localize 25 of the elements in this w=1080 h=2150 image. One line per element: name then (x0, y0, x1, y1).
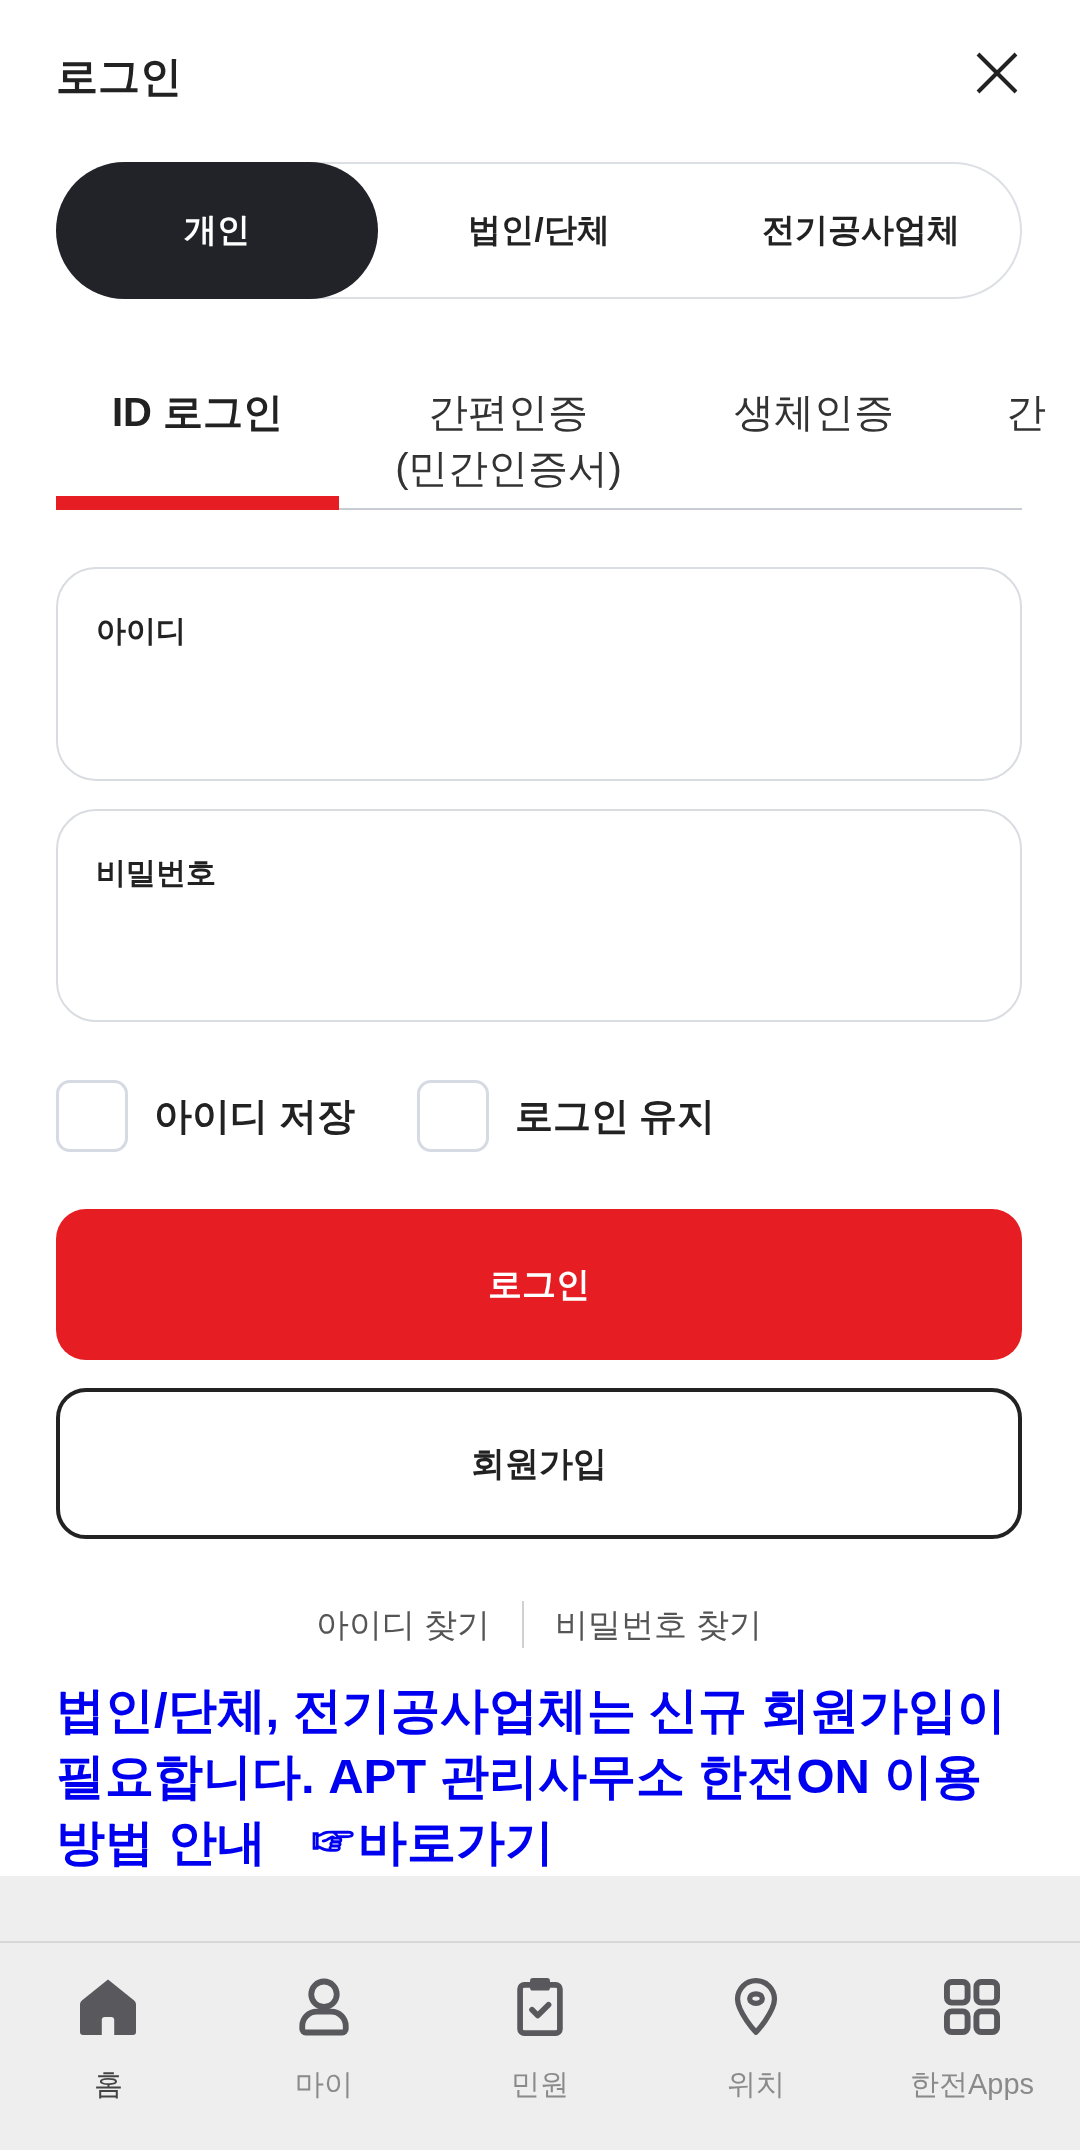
member-type-tab[interactable]: 개인 (56, 162, 378, 299)
close-icon[interactable] (976, 52, 1018, 94)
login-method-tab[interactable]: ID 로그인 (56, 384, 340, 510)
id-field[interactable]: 아이디 (56, 567, 1022, 781)
checkbox[interactable] (56, 1080, 128, 1152)
shortcut-link[interactable]: ☞바로가기 (309, 1815, 555, 1869)
password-field[interactable]: 비밀번호 (56, 809, 1022, 1022)
login-button[interactable]: 로그인 (56, 1209, 1022, 1360)
grid-icon (944, 1978, 1000, 2036)
home-icon (80, 1978, 136, 2036)
find-password-link[interactable]: 비밀번호 찾기 (554, 1601, 762, 1648)
find-id-link[interactable]: 아이디 찾기 (316, 1601, 491, 1648)
notice-text: 법인/단체, 전기공사업체는 신규 회원가입이 필요합니다. APT 관리사무소 한전ON 이용방법 안내 ☞바로가기 (56, 1682, 1008, 1871)
login-method-tab[interactable]: 생체인증 (677, 384, 950, 510)
signup-button[interactable]: 회원가입 (56, 1388, 1022, 1539)
person-icon (296, 1978, 352, 2036)
checkbox[interactable] (416, 1080, 489, 1152)
checkbox-label[interactable]: 로그인 유지 (514, 1093, 716, 1139)
nav-item[interactable]: 홈 (0, 1943, 216, 2150)
member-type-tab[interactable]: 법인/단체 (378, 162, 700, 299)
login-method-tab[interactable]: 간 (949, 384, 1046, 510)
checkbox-label[interactable]: 아이디 저장 (154, 1093, 355, 1139)
login-method-tab[interactable]: 간편인증 (민간인증서) (339, 384, 678, 510)
member-type-tab[interactable]: 전기공사업체 (700, 162, 1022, 299)
page-title: 로그인 (56, 52, 182, 102)
